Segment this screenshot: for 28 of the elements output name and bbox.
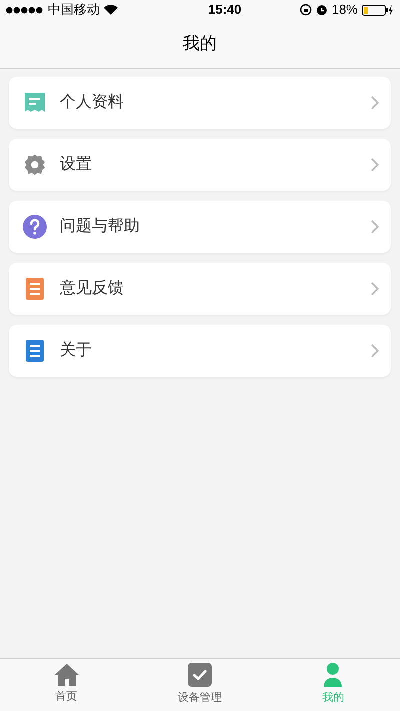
gear-icon	[24, 154, 46, 176]
chevron-right-icon	[371, 220, 379, 234]
rotation-lock-icon	[300, 4, 312, 16]
battery-percent: 18%	[332, 1, 358, 20]
document-icon	[23, 91, 47, 115]
tab-bar-item[interactable]: 设备管理	[133, 659, 267, 711]
list-icon	[26, 340, 44, 362]
menu-item[interactable]: 意见反馈	[9, 263, 391, 315]
chevron-right-icon	[371, 96, 379, 110]
menu-item[interactable]: 设置	[9, 139, 391, 191]
battery-icon	[362, 4, 394, 16]
alarm-icon	[316, 4, 328, 16]
menu-item[interactable]: 问题与帮助	[9, 201, 391, 253]
wifi-icon	[104, 5, 118, 15]
page-title: 我的	[183, 33, 217, 56]
chevron-right-icon	[371, 282, 379, 296]
menu-item[interactable]: 个人资料	[9, 77, 391, 129]
question-icon	[23, 215, 47, 239]
clock-time: 15:40	[208, 1, 242, 20]
list-icon	[26, 278, 44, 300]
chevron-right-icon	[371, 344, 379, 358]
tab-bar-item[interactable]: 首页	[0, 659, 134, 711]
carrier-name: 中国移动	[48, 1, 100, 20]
checkbox-icon	[188, 663, 212, 688]
chevron-right-icon	[371, 158, 379, 172]
menu-item[interactable]: 关于	[9, 325, 391, 377]
home-icon	[54, 664, 79, 686]
signal-icon	[6, 6, 44, 14]
